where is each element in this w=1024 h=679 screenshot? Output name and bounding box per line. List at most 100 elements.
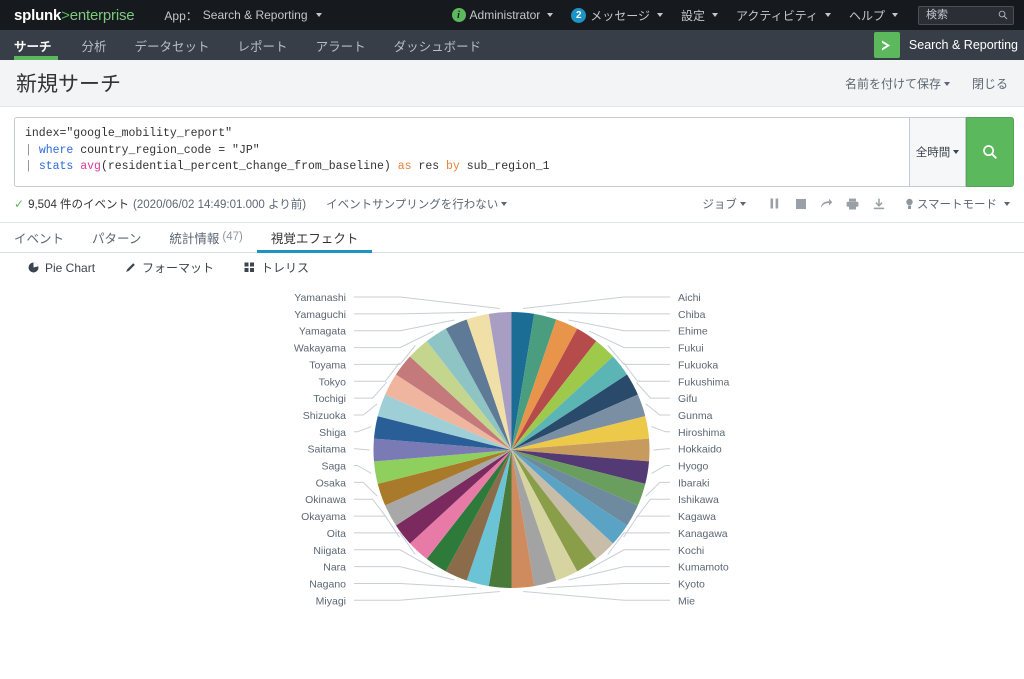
pie-slice-label: Nagano <box>309 578 346 590</box>
pie-slice-label: Osaka <box>316 477 347 489</box>
export-icon[interactable] <box>866 195 892 213</box>
event-time-range: (2020/06/02 14:49:01.000 より前) <box>133 198 307 211</box>
spl-query-input[interactable]: index="google_mobility_report" | where c… <box>14 117 909 187</box>
spl-alias-res: res <box>411 160 447 173</box>
nav-item-analytics[interactable]: 分析 <box>68 30 121 60</box>
pie-leader-line <box>653 447 670 450</box>
nav-item-datasets-label: データセット <box>134 39 210 54</box>
event-sampling-menu[interactable]: イベントサンプリングを行わない <box>326 196 508 212</box>
pie-slice-label: Kochi <box>678 544 704 556</box>
chevron-down-icon <box>1004 201 1010 206</box>
pie-slice-label: Wakayama <box>294 342 346 354</box>
spl-pipe: | <box>25 143 32 157</box>
pie-slice-label: Hiroshima <box>678 426 725 438</box>
chevron-down-icon <box>943 82 950 87</box>
spl-line-2: | where country_region_code = "JP" <box>25 143 899 160</box>
time-range-picker[interactable]: 全時間 <box>909 117 966 187</box>
pause-icon[interactable] <box>762 195 788 213</box>
search-status-bar: ✓ 9,504 件のイベント (2020/06/02 14:49:01.000 … <box>0 187 1024 223</box>
splunk-logo[interactable]: splunk>enterprise <box>14 6 135 24</box>
pie-slices-group[interactable] <box>373 311 650 588</box>
print-icon[interactable] <box>840 195 866 213</box>
save-as-menu[interactable]: 名前を付けて保存 <box>845 75 950 92</box>
spl-pipe: | <box>25 160 32 173</box>
chevron-down-icon <box>892 13 898 17</box>
spl-groupby-field: sub_region_1 <box>459 160 550 173</box>
spl-line-3-mid: (residential_percent_change_from_baselin… <box>100 160 398 173</box>
tab-patterns-label: パターン <box>92 231 142 246</box>
nav-item-analytics-label: 分析 <box>81 39 107 54</box>
spl-line-3: | stats avg(residential_percent_change_f… <box>25 159 899 176</box>
pie-slice-label: Fukuoka <box>678 359 718 371</box>
time-range-label: 全時間 <box>915 146 951 159</box>
success-check-icon: ✓ <box>14 196 25 211</box>
settings-menu[interactable]: 設定 <box>681 7 719 24</box>
nav-item-alerts-label: アラート <box>315 39 366 54</box>
tab-patterns[interactable]: パターン <box>78 223 155 252</box>
pie-slice-label: Kanagawa <box>678 527 728 539</box>
user-menu-administrator[interactable]: i Administrator <box>451 8 554 22</box>
nav-item-alerts[interactable]: アラート <box>302 30 380 60</box>
tab-statistics-count: (47) <box>222 231 243 243</box>
pie-slice-label: Yamanashi <box>294 292 346 304</box>
app-menu-value: Search & Reporting <box>202 8 308 22</box>
search-mode-menu[interactable]: スマートモード <box>906 196 1010 212</box>
chart-type-label: Pie Chart <box>45 260 96 275</box>
trellis-button[interactable]: トレリス <box>244 259 309 276</box>
trellis-grid-icon <box>244 262 255 272</box>
chevron-down-icon <box>657 13 663 17</box>
share-icon[interactable] <box>814 195 840 213</box>
nav-item-reports-label: レポート <box>237 39 288 54</box>
pie-leader-line <box>354 464 372 474</box>
global-search-box[interactable] <box>918 5 1014 25</box>
page-title: 新規サーチ <box>16 73 121 96</box>
chevron-down-icon <box>824 13 831 17</box>
format-label: フォーマット <box>142 261 215 275</box>
app-logo-icon <box>873 32 900 58</box>
job-menu[interactable]: ジョブ <box>702 196 746 212</box>
nav-item-dashboards[interactable]: ダッシュボード <box>380 30 496 60</box>
nav-item-reports[interactable]: レポート <box>224 30 302 60</box>
pie-slice-label: Tochigi <box>313 393 346 405</box>
navbar-app-name: Search & Reporting <box>908 38 1018 52</box>
activity-menu-label: アクティビティ <box>736 8 818 23</box>
pie-leader-line <box>354 498 387 518</box>
app-menu[interactable]: App： Search & Reporting <box>164 7 322 24</box>
event-sampling-label: イベントサンプリングを行わない <box>326 198 499 211</box>
run-search-button[interactable] <box>966 117 1014 187</box>
messages-count-badge: 2 <box>571 7 587 23</box>
app-menu-label: App： <box>164 8 198 23</box>
global-search-input[interactable] <box>924 8 994 22</box>
pie-slice-label: Ehime <box>678 325 708 337</box>
job-menu-label: ジョブ <box>702 198 737 211</box>
info-icon: i <box>451 8 466 22</box>
stop-icon[interactable] <box>788 195 814 213</box>
pie-slice-label: Nara <box>323 561 346 573</box>
pie-slice-label: Yamaguchi <box>294 308 346 320</box>
tab-statistics[interactable]: 統計情報 (47) <box>155 223 256 252</box>
tab-visualization[interactable]: 視覚エフェクト <box>256 223 373 253</box>
pie-leader-line <box>636 498 670 518</box>
nav-item-search[interactable]: サーチ <box>14 30 68 60</box>
pie-slice-label: Saitama <box>307 443 346 455</box>
pie-leader-line <box>636 381 670 399</box>
activity-menu[interactable]: アクティビティ <box>736 7 831 24</box>
chart-type-picker[interactable]: Pie Chart <box>28 261 95 275</box>
close-button[interactable]: 閉じる <box>972 75 1008 92</box>
nav-item-datasets[interactable]: データセット <box>121 30 224 60</box>
pie-slice-label: Yamagata <box>299 325 346 337</box>
global-topbar: splunk>enterprise App： Search & Reportin… <box>0 0 1024 30</box>
spl-line-1: index="google_mobility_report" <box>25 127 233 140</box>
messages-menu[interactable]: 2 メッセージ <box>571 7 663 24</box>
spl-line-2-rest: country_region_code = "JP" <box>73 143 260 157</box>
settings-menu-label: 設定 <box>681 8 706 23</box>
help-menu[interactable]: ヘルプ <box>849 7 898 24</box>
tab-events[interactable]: イベント <box>14 223 78 252</box>
chevron-down-icon <box>739 202 746 207</box>
logo-enterprise-text: enterprise <box>69 6 135 24</box>
pie-slice-label: Chiba <box>678 308 706 320</box>
pie-slice-label: Niigata <box>313 544 346 556</box>
navbar-app-indicator[interactable]: Search & Reporting <box>873 30 1024 60</box>
pie-chart-svg[interactable]: Aichi Chiba Ehime Fukui Fukuoka Fukushima Gifu… <box>0 283 1024 679</box>
format-button[interactable]: フォーマット <box>125 259 214 276</box>
